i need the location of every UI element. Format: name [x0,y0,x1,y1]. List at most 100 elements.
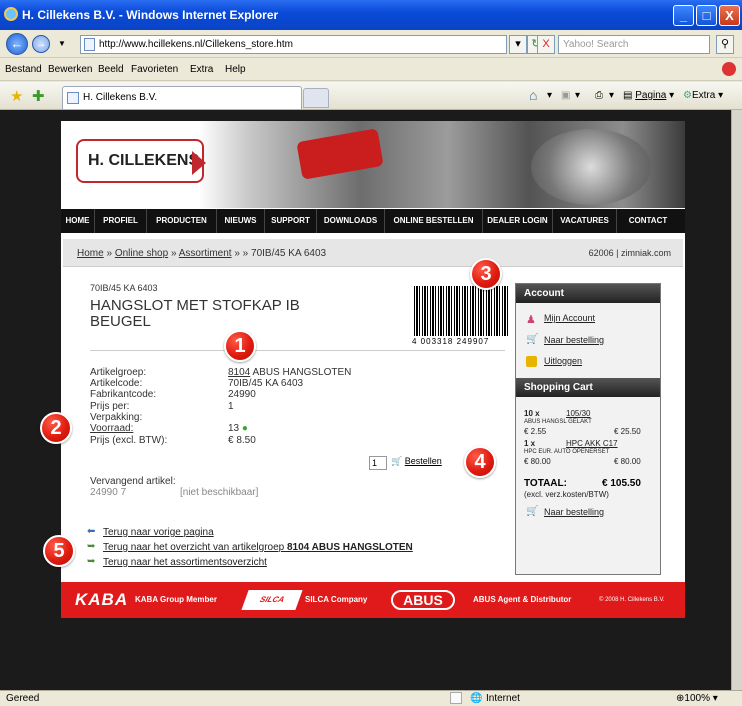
forward-button[interactable]: → [32,35,50,53]
value-artikelgroep: 8104 ABUS HANGSLOTEN [228,367,352,378]
back-arrow-icon: ⬅ [87,526,96,537]
nav-contact[interactable]: CONTACT [617,209,679,233]
breadcrumb-trail: Home » Online shop » Assortiment » » 70I… [77,248,327,259]
home-icon[interactable]: ⌂ [529,87,537,103]
cart-item-qty: 10 x [524,409,540,418]
back-group-link[interactable]: Terug naar het overzicht van artikelgroe… [103,542,413,553]
menu-bewerken[interactable]: Bewerken [48,64,92,75]
nav-vacatures[interactable]: VACATURES [553,209,617,233]
label-prijs: Prijs (excl. BTW): [90,435,168,446]
print-icon[interactable]: ⎙ [595,90,603,101]
cart-item-desc: ABUS HANGSL GELAKT [524,419,592,425]
lock-icon [526,356,537,367]
cart-item-code-link[interactable]: HPC AKK C17 [566,439,618,448]
breadcrumb-assortiment[interactable]: Assortiment [179,248,232,259]
menu-help[interactable]: Help [225,64,246,75]
menu-bar: Bestand Bewerken Beeld Favorieten Extra … [0,59,742,81]
cart-item-total: € 80.00 [614,457,641,466]
address-toolbar: ← → ▼ http://www.hcillekens.nl/Cillekens… [0,30,742,58]
tab-label: H. Cillekens B.V. [83,92,158,103]
url-text: http://www.hcillekens.nl/Cillekens_store… [99,39,293,50]
nav-dealer-login[interactable]: DEALER LOGIN [483,209,553,233]
naar-bestelling-link[interactable]: Naar bestelling [544,335,604,345]
browser-window: H. Cillekens B.V. - Windows Internet Exp… [0,0,742,706]
mijn-account-link[interactable]: Mijn Account [544,313,595,323]
annotation-badge-3: 3 [470,258,502,290]
add-favorite-icon[interactable]: ✚ [32,87,45,105]
nav-support[interactable]: SUPPORT [265,209,317,233]
cart-item-total: € 25.50 [614,427,641,436]
cart-icon: 🛒 [391,456,403,466]
abus-agent-text: ABUS Agent & Distributor [473,595,572,604]
product-code: 70IB/45 KA 6403 [90,283,158,293]
favorites-star-icon[interactable]: ★ [10,87,23,105]
cart-header: Shopping Cart [516,378,660,397]
address-dropdown-icon[interactable]: ▾ [509,35,527,54]
zoom-control[interactable]: ⊕100% ▾ [676,693,718,704]
order-button[interactable]: 🛒 Bestellen [391,456,442,467]
back-previous-link[interactable]: Terug naar vorige pagina [103,527,214,538]
label-artikelgroep: Artikelgroep: [90,367,147,378]
nav-profiel[interactable]: PROFIEL [95,209,147,233]
nav-home[interactable]: HOME [61,209,95,233]
cart-item-qty: 1 x [524,439,536,448]
barcode-number: 4 003318 249907 [412,337,490,346]
menu-favorieten[interactable]: Favorieten [131,64,178,75]
quantity-input[interactable]: 1 [369,456,387,470]
label-voorraad[interactable]: Voorraad: [90,423,133,434]
toolbar-addon-icon[interactable] [722,62,736,76]
history-dropdown-icon[interactable]: ▼ [58,39,66,48]
back-assortiment-link[interactable]: Terug naar het assortimentsoverzicht [103,557,267,568]
artikelgroep-link[interactable]: 8104 [228,367,250,378]
annotation-badge-1: 1 [224,330,256,362]
uitloggen-link[interactable]: Uitloggen [544,356,582,366]
page-menu[interactable]: ▤ Pagina ▾ [623,90,674,101]
cart-item-unit: € 80.00 [524,457,551,466]
tab-cillekens[interactable]: H. Cillekens B.V. [62,86,302,109]
close-button[interactable]: X [719,5,740,26]
search-icon[interactable]: ⚲ [716,35,734,54]
value-prijs: € 8.50 [228,435,256,446]
cart-total-value: € 105.50 [602,478,641,489]
back-button[interactable]: ← [6,33,28,55]
checkout-link[interactable]: Naar bestelling [544,507,604,517]
nav-downloads[interactable]: DOWNLOADS [317,209,385,233]
copyright-text: © 2008 H. Cillekens B.V. [599,597,665,603]
main-nav: HOME PROFIEL PRODUCTEN NIEUWS SUPPORT DO… [61,209,685,233]
value-fabrikantcode: 24990 [228,389,256,400]
user-icon: ♟ [526,314,536,326]
new-tab-button[interactable] [303,88,329,108]
extra-menu[interactable]: ⚙Extra ▾ [683,90,723,101]
account-header: Account [516,284,660,303]
folder-arrow-icon: ➥ [87,556,96,567]
minimize-button[interactable]: _ [673,5,694,26]
label-artikelcode: Artikelcode: [90,378,143,389]
in-stock-dot-icon: ● [241,423,248,434]
breadcrumb-home[interactable]: Home [77,248,104,259]
menu-beeld[interactable]: Beeld [98,64,124,75]
breadcrumb-online-shop[interactable]: Online shop [115,248,168,259]
cart-item-unit: € 2.55 [524,427,547,436]
nav-online-bestellen[interactable]: ONLINE BESTELLEN [385,209,483,233]
breadcrumb: Home » Online shop » Assortiment » » 70I… [63,239,683,267]
nav-producten[interactable]: PRODUCTEN [147,209,217,233]
search-input[interactable]: Yahoo! Search [558,35,710,54]
cart-item-code-link[interactable]: 105/30 [566,409,590,418]
label-fabrikantcode: Fabrikantcode: [90,389,157,400]
menu-bestand[interactable]: Bestand [5,64,42,75]
page-menu-icon: ▤ [623,90,633,101]
address-input[interactable]: http://www.hcillekens.nl/Cillekens_store… [80,35,507,54]
feeds-icon[interactable]: ▣ [561,90,570,101]
silca-logo: SILCA [241,590,303,610]
security-icon [450,692,462,704]
scrollbar[interactable] [731,110,742,690]
barcode-image [414,286,510,336]
maximize-button[interactable]: □ [696,5,717,26]
cillekens-logo[interactable]: H. CILLEKENS [76,139,206,183]
label-verpakking: Verpakking: [90,412,143,423]
tab-toolbar: ★ ✚ H. Cillekens B.V. ⌂ ▾ ▣ ▾ ⎙ ▾ ▤ Pagi… [0,82,742,110]
menu-extra[interactable]: Extra [190,64,213,75]
stop-button[interactable]: X [537,35,555,54]
product-title: HANGSLOT MET STOFKAP IB BEUGEL [90,297,300,330]
nav-nieuws[interactable]: NIEUWS [217,209,265,233]
